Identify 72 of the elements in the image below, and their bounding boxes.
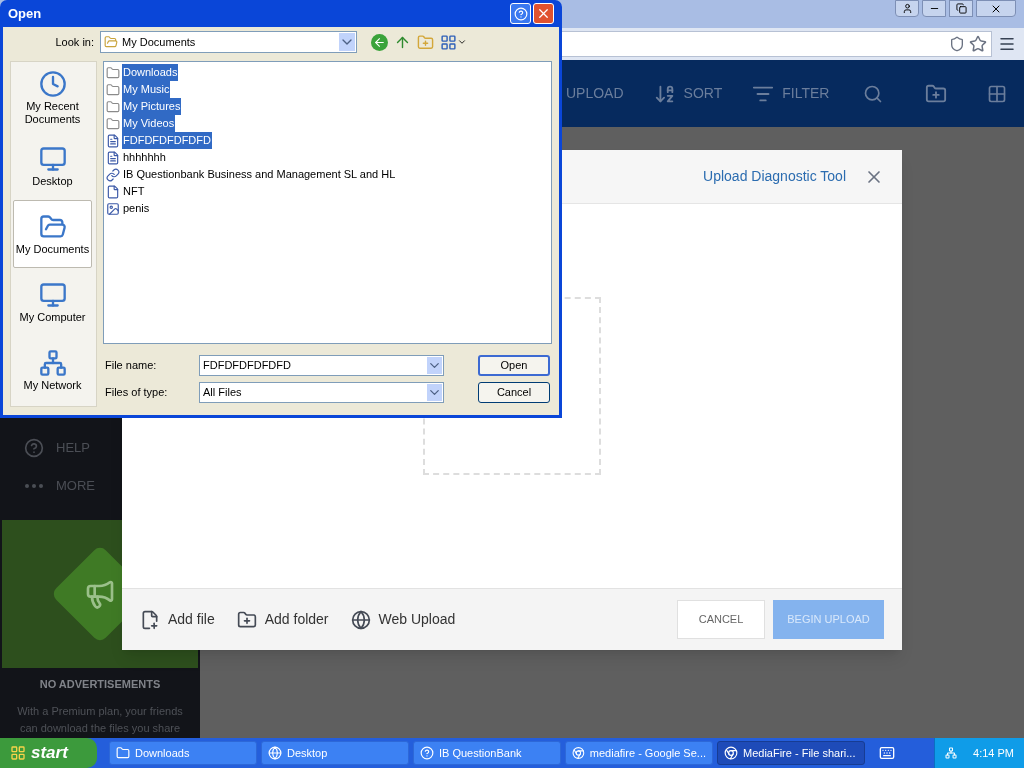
open-button[interactable]: Open [478,354,550,376]
more-icon [25,484,43,488]
places-item[interactable]: My Network [13,336,92,404]
caret-icon[interactable] [457,37,467,47]
place-icon [38,144,67,173]
dialog-title: Open [8,4,43,23]
folder-icon [106,99,120,114]
help-icon [513,6,528,21]
promo-text: With a Premium plan, your friends can download the files you share [16,703,184,736]
promo-title: NO ADVERTISEMENTS [38,677,162,692]
file-type-dropdown[interactable]: All Files [199,381,444,403]
clock: 4:14 PM [973,745,1014,761]
file-item[interactable]: Downloads [122,64,179,81]
chrome-icon [572,746,585,760]
network-icon[interactable] [945,746,958,760]
folder-icon [116,746,130,760]
taskbar-button[interactable]: IB QuestionBank [413,741,561,765]
file-item[interactable]: FDFDFDFDFDFD [122,132,212,149]
keyboard-icon[interactable] [879,745,895,761]
search-icon[interactable] [863,83,884,104]
menu-icon[interactable] [998,35,1016,53]
person-icon [901,3,913,14]
diagnostic-tool-link[interactable]: Upload Diagnostic Tool [703,166,846,187]
windows-logo-icon [10,745,26,761]
file-item[interactable]: hhhhhhh [122,149,167,166]
file-name-label: File name: [104,357,158,373]
file-item[interactable]: My Videos [122,115,176,132]
taskbar-button[interactable]: mediafire - Google Se... [565,741,713,765]
upload-action[interactable]: Add file [140,609,215,630]
taskbar-button[interactable]: MediaFire - File shari... [717,741,865,765]
restore-button[interactable] [949,0,973,17]
cancel-button[interactable]: CANCEL [677,600,765,639]
place-icon [38,348,67,377]
file-name-field[interactable]: FDFDFDFDFDFD [199,354,444,376]
upload-action[interactable]: Add folder [236,609,329,630]
new-folder-icon[interactable] [925,82,948,105]
restore-icon [955,3,967,14]
places-item[interactable]: My Documents [13,200,92,268]
help-button[interactable] [510,3,531,24]
look-in-label: Look in: [54,34,95,50]
profile-button[interactable] [895,0,919,17]
upload-action[interactable]: Web Upload [350,609,456,630]
chrome-icon [724,746,738,760]
grid-view-icon[interactable] [987,83,1008,104]
back-icon[interactable] [371,33,388,51]
folder-icon [106,65,120,80]
taskbar-button[interactable]: Desktop [261,741,409,765]
cancel-button[interactable]: Cancel [478,381,550,403]
folder-icon [106,116,120,131]
close-icon [536,6,551,21]
folder-icon [106,82,120,97]
file-item[interactable]: My Pictures [122,98,182,115]
place-icon [38,280,67,309]
shield-icon [949,36,965,52]
file-item[interactable]: IB Questionbank Business and Management SL and HL [122,166,397,183]
start-button[interactable]: start [0,738,97,768]
place-icon [38,70,67,98]
taskbar-button[interactable]: Downloads [109,741,257,765]
help-icon [24,438,44,458]
folder-icon [104,35,118,49]
file-item[interactable]: penis [122,200,151,217]
bookmark-star-icon[interactable] [969,35,987,53]
look-in-dropdown[interactable]: My Documents [100,31,357,53]
places-item[interactable]: My Recent Documents [13,64,92,132]
folder-icon [236,609,257,630]
web-icon [350,609,371,630]
file-item[interactable]: My Music [122,81,171,98]
places-item[interactable]: My Computer [13,268,92,336]
views-icon[interactable] [440,33,457,51]
file-item[interactable]: NFT [122,183,146,200]
file-type-label: Files of type: [104,384,169,400]
places-item[interactable]: Desktop [13,132,92,200]
